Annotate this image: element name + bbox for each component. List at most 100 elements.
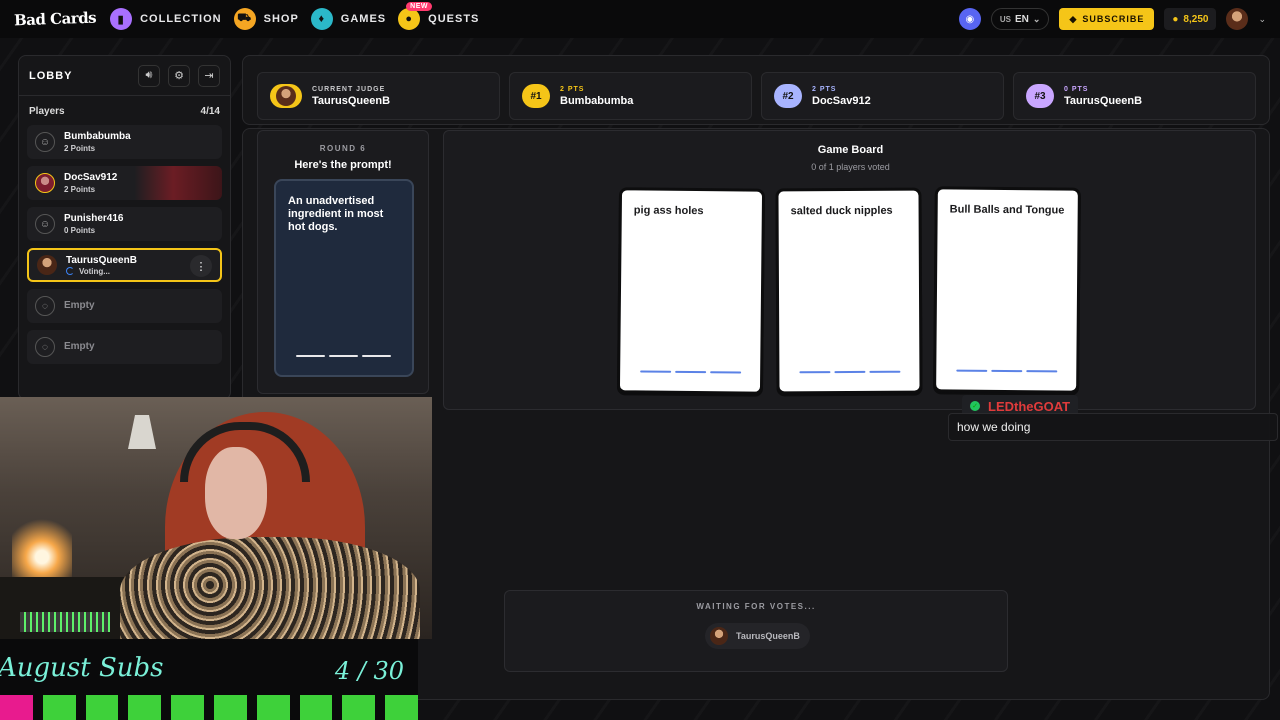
nav-collection-label: COLLECTION <box>140 13 222 25</box>
judge-label: CURRENT JUDGE <box>312 85 386 93</box>
judge-avatar-image <box>276 86 296 106</box>
rank-card-3: #3 0 PTS TaurusQueenB <box>1013 72 1256 120</box>
waiting-player-chip: TaurusQueenB <box>705 623 810 649</box>
judge-name: TaurusQueenB <box>312 94 391 107</box>
subs-goal: August Subs 4 / 30 <box>0 639 418 720</box>
subs-segment <box>256 695 290 720</box>
language-select[interactable]: US EN ⌄ <box>990 8 1050 30</box>
rank-badge: #1 <box>522 84 550 108</box>
lobby-panel: LOBBY 🔊︎ ⚙︎ ⇥ Players 4/14 ☺ Bumbabumba … <box>18 55 231 400</box>
logo[interactable]: Bad Cards <box>14 9 97 30</box>
streamer-body <box>120 537 420 639</box>
player-points: 2 Points <box>64 143 96 153</box>
rank-name: TaurusQueenB <box>1064 94 1143 107</box>
subs-title: August Subs <box>0 653 164 683</box>
subs-segment <box>342 695 376 720</box>
player-avatar <box>37 255 57 275</box>
subs-segment <box>213 695 247 720</box>
player-name: Bumbabumba <box>64 130 131 142</box>
lobby-title: LOBBY <box>29 69 73 82</box>
nav-games-label: GAMES <box>340 13 387 25</box>
nav-shop-label: SHOP <box>263 13 299 25</box>
answer-card[interactable]: Bull Balls and Tongue <box>933 186 1081 394</box>
nav-collection[interactable]: ▮ COLLECTION <box>110 8 222 30</box>
discord-icon[interactable]: ◉ <box>958 8 981 30</box>
answer-blanks <box>956 369 1058 373</box>
keyboard <box>20 612 110 632</box>
user-icon: ☺ <box>35 132 55 152</box>
rank-name: Bumbabumba <box>560 94 634 107</box>
player-avatar <box>35 173 55 193</box>
coin-icon: ● <box>1172 13 1179 25</box>
waiting-label: WAITING FOR VOTES... <box>696 602 816 611</box>
player-name: Punisher416 <box>64 212 124 224</box>
rank-card-1: #1 2 PTS Bumbabumba <box>509 72 752 120</box>
answer-text: pig ass holes <box>633 204 704 218</box>
more-options-icon[interactable]: ⋮ <box>190 255 212 277</box>
sound-icon[interactable]: 🔊︎ <box>138 64 160 87</box>
player-status: Voting... <box>66 267 137 276</box>
leave-icon[interactable]: ⇥ <box>198 64 220 87</box>
answer-card[interactable]: salted duck nipples <box>775 187 923 395</box>
rank-name: DocSav912 <box>812 94 871 107</box>
top-nav: Bad Cards ▮ COLLECTION ⛟ SHOP ♦ GAMES ● … <box>0 0 1280 38</box>
player-points: 0 Points <box>64 225 96 235</box>
new-badge: NEW <box>406 2 432 11</box>
subs-segment <box>42 695 76 720</box>
current-judge-card: CURRENT JUDGE TaurusQueenB <box>257 72 500 120</box>
answer-text: Bull Balls and Tongue <box>949 203 1065 217</box>
answer-text: salted duck nipples <box>790 204 893 218</box>
coin-amount: 8,250 <box>1183 13 1209 25</box>
waiting-panel: WAITING FOR VOTES... TaurusQueenB <box>504 590 1008 672</box>
player-avatar <box>710 627 728 645</box>
webcam-feed <box>0 397 432 639</box>
answer-blanks <box>640 370 742 374</box>
prompt-card: An unadvertised ingredient in most hot d… <box>274 179 414 377</box>
cart-icon: ⛟ <box>233 8 256 30</box>
players-label: Players <box>29 106 65 117</box>
language-code: EN <box>1014 13 1029 25</box>
nav-quests-label: QUESTS <box>428 13 480 25</box>
round-label: ROUND 6 <box>319 144 367 153</box>
chevron-down-icon[interactable]: ⌄ <box>1258 14 1266 25</box>
lamp <box>128 415 156 449</box>
player-voting-label: Voting... <box>79 266 110 276</box>
players-count: 4/14 <box>200 106 220 117</box>
subs-count: 4 / 30 <box>334 657 404 685</box>
player-row[interactable]: ☺ Punisher416 0 Points <box>27 207 222 241</box>
empty-seat-icon: ◌ <box>35 296 55 316</box>
player-row[interactable]: DocSav912 2 Points <box>27 166 222 200</box>
nav-shop[interactable]: ⛟ SHOP <box>233 8 299 30</box>
screen: Bad Cards ▮ COLLECTION ⛟ SHOP ♦ GAMES ● … <box>0 0 1280 720</box>
board-title: Game Board <box>817 144 884 156</box>
player-row[interactable]: ☺ Bumbabumba 2 Points <box>27 125 222 159</box>
player-row-current[interactable]: TaurusQueenB Voting... ⋮ <box>27 248 222 282</box>
answer-blanks <box>799 370 901 374</box>
chat-username: LEDtheGOAT <box>988 398 1071 414</box>
coin-balance[interactable]: ● 8,250 <box>1164 8 1217 30</box>
rank-card-2: #2 2 PTS DocSav912 <box>761 72 1004 120</box>
user-avatar[interactable] <box>1226 8 1249 30</box>
subs-segment <box>128 695 162 720</box>
nav-games[interactable]: ♦ GAMES <box>310 8 387 30</box>
verified-icon: ✓ <box>970 401 980 411</box>
nav-quests[interactable]: ● NEW QUESTS <box>398 2 480 30</box>
rank-points: 2 PTS <box>560 85 585 93</box>
answer-card[interactable]: pig ass holes <box>616 187 766 395</box>
chat-message: how we doing <box>948 413 1278 441</box>
prompt-blanks <box>296 355 391 357</box>
settings-icon[interactable]: ⚙︎ <box>168 64 190 87</box>
scoreboard: CURRENT JUDGE TaurusQueenB #1 2 PTS Bumb… <box>242 55 1270 125</box>
rank-badge: #3 <box>1026 84 1054 108</box>
subscribe-button[interactable]: ◆ SUBSCRIBE <box>1059 8 1155 30</box>
nav-right: ◉ US EN ⌄ ◆ SUBSCRIBE ● 8,250 ⌄ <box>958 0 1266 38</box>
subs-segment <box>171 695 204 720</box>
lobby-header: LOBBY 🔊︎ ⚙︎ ⇥ <box>19 56 230 96</box>
player-points: 2 Points <box>64 184 96 194</box>
subs-segment <box>385 695 418 720</box>
players-header: Players 4/14 <box>19 96 230 125</box>
language-country: US <box>999 14 1011 24</box>
empty-seat-icon: ◌ <box>35 337 55 357</box>
prompt-title: Here's the prompt! <box>294 159 392 171</box>
subscribe-label: SUBSCRIBE <box>1082 14 1145 24</box>
